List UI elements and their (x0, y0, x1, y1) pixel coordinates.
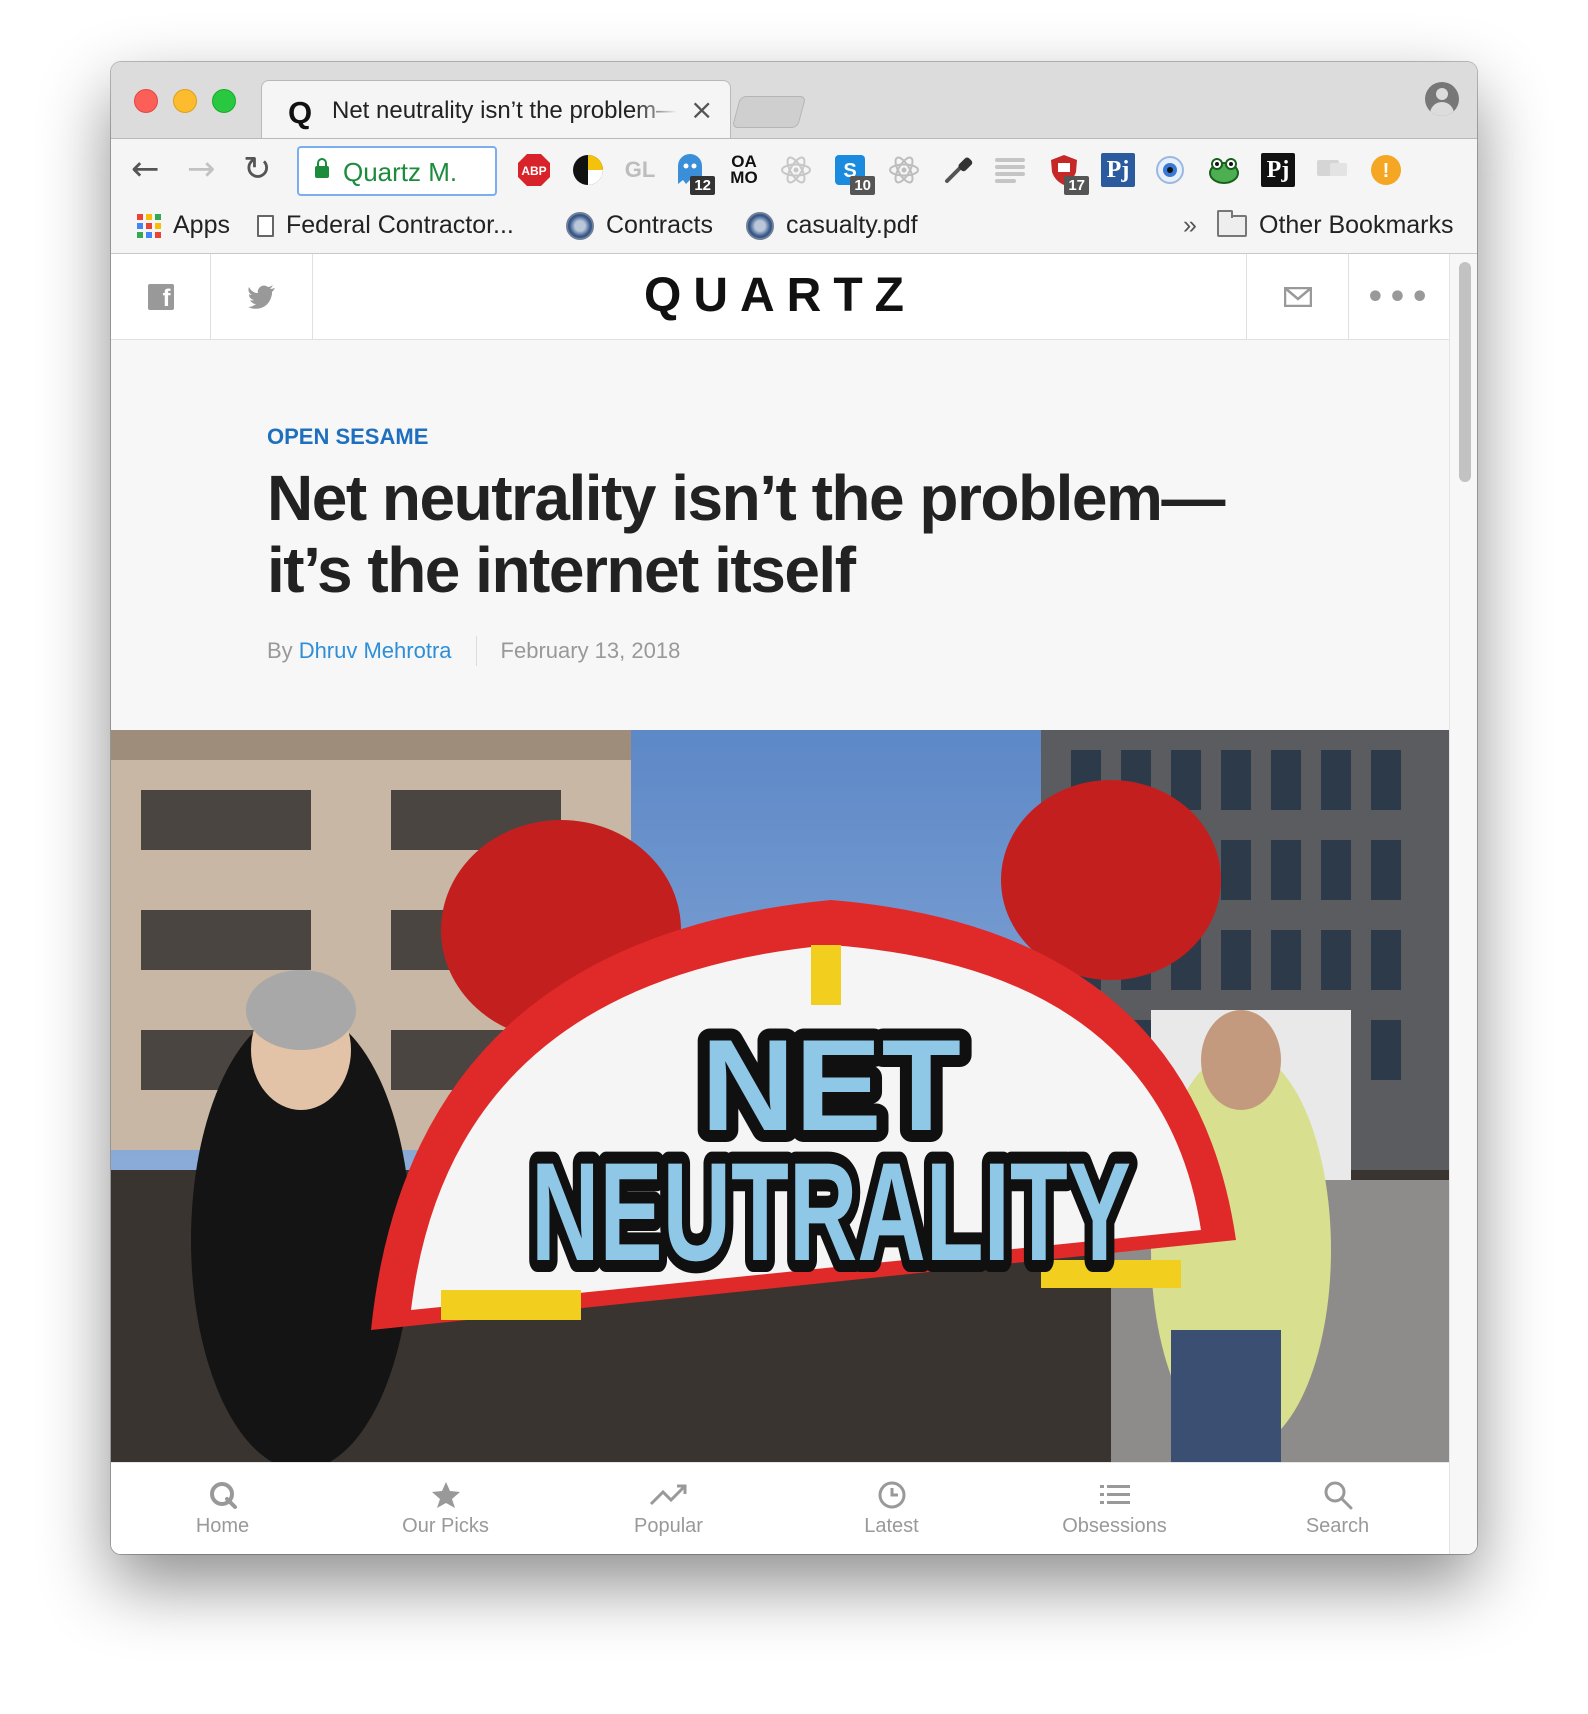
shield-extension-icon[interactable]: 17 (1047, 153, 1089, 195)
sign-text-neutrality: NEUTRALITY (531, 1133, 1131, 1290)
nav-popular[interactable]: Popular (557, 1463, 780, 1554)
warning-extension-icon[interactable]: ! (1369, 153, 1403, 187)
react-dev-disabled-icon[interactable] (779, 153, 813, 187)
bookmark-label: Federal Contractor... (286, 211, 514, 239)
bookmarks-overflow-button[interactable]: » (1183, 211, 1197, 240)
s-extension-badge: 10 (850, 176, 875, 195)
page-scrollbar[interactable] (1449, 254, 1477, 1554)
react-dev-icon[interactable] (887, 153, 921, 187)
page-viewport: f QUARTZ ••• OPEN SESAME Net neutrality … (111, 254, 1477, 1554)
close-window-button[interactable] (134, 89, 158, 113)
nav-home[interactable]: Home (111, 1463, 334, 1554)
article-kicker[interactable]: OPEN SESAME (267, 424, 1267, 450)
profile-icon[interactable] (1425, 82, 1459, 116)
tab-close-icon[interactable]: × (690, 93, 713, 126)
article-header: OPEN SESAME Net neutrality isn’t the pro… (267, 424, 1267, 666)
bookmarks-bar: Apps Federal Contractor... Contracts cas… (111, 202, 1477, 254)
quartz-favicon-icon: Q (288, 95, 313, 130)
scrollbar-thumb[interactable] (1459, 262, 1471, 482)
tab-title: Net neutrality isn’t the problem—it’s th… (332, 97, 677, 124)
pie-extension-icon[interactable] (571, 153, 605, 187)
abp-label: ABP (521, 164, 546, 178)
new-tab-button[interactable] (731, 96, 807, 128)
search-icon (1323, 1479, 1353, 1511)
pj-black-extension-icon[interactable]: Pj (1261, 153, 1295, 187)
nav-search[interactable]: Search (1226, 1463, 1449, 1554)
lock-icon (315, 158, 329, 178)
warning-label: ! (1383, 160, 1390, 182)
hero-image: NET NET NEUTRALITY NEUTRALITY (111, 730, 1449, 1462)
nav-label: Latest (864, 1515, 919, 1537)
seal-icon (566, 211, 594, 240)
bookmark-casualty-pdf[interactable]: casualty.pdf (746, 211, 918, 240)
document-icon (257, 214, 274, 237)
ghostery-badge: 12 (690, 176, 715, 195)
bookmark-contracts[interactable]: Contracts (566, 211, 713, 240)
shield-extension-badge: 17 (1064, 176, 1089, 195)
byline-divider (475, 636, 477, 666)
nav-label: Popular (634, 1515, 703, 1537)
address-text: Quartz M. (343, 157, 458, 187)
zoom-window-button[interactable] (212, 89, 236, 113)
pj-blue-extension-icon[interactable]: Pj (1101, 153, 1135, 187)
eye-extension-icon[interactable] (1153, 153, 1187, 187)
folder-icon (1217, 209, 1247, 237)
lines-extension-icon[interactable] (993, 153, 1027, 187)
seal-icon (746, 211, 774, 240)
nav-label: Our Picks (402, 1515, 489, 1537)
pj-blue-label: Pj (1106, 156, 1130, 183)
bookmark-federal-contractor[interactable]: Federal Contractor... (257, 211, 514, 240)
site-header: f QUARTZ ••• (111, 254, 1449, 340)
more-icon: ••• (1365, 279, 1433, 315)
pj-black-label: Pj (1266, 156, 1290, 183)
minimize-window-button[interactable] (173, 89, 197, 113)
browser-toolbar: ← → ↻ Quartz M. ABP GL 12 OA MO S 10 17 … (111, 138, 1477, 202)
email-share-button[interactable] (1246, 254, 1348, 340)
trending-icon (649, 1479, 689, 1511)
bookmark-label: Apps (173, 211, 230, 239)
article-date: February 13, 2018 (500, 638, 681, 663)
article-headline: Net neutrality isn’t the problem—it’s th… (267, 462, 1225, 606)
bottom-navigation: Home Our Picks Popular Latest Obsessions… (111, 1462, 1449, 1554)
tab-strip: Q Net neutrality isn’t the problem—it’s … (111, 62, 1477, 138)
article-byline: By Dhruv Mehrotra February 13, 2018 (267, 636, 1267, 666)
mail-icon (1283, 287, 1312, 307)
gl-extension-icon[interactable]: GL (623, 153, 657, 187)
apps-grid-icon (137, 213, 161, 238)
nav-label: Obsessions (1062, 1515, 1167, 1537)
other-bookmarks-label: Other Bookmarks (1259, 211, 1454, 239)
quartz-q-icon (208, 1479, 238, 1511)
eyedropper-extension-icon[interactable] (941, 153, 975, 187)
forward-button[interactable]: → (187, 149, 216, 189)
ghostery-extension-icon[interactable]: 12 (673, 153, 715, 195)
chat-extension-icon[interactable] (1315, 153, 1349, 187)
list-icon (1099, 1479, 1131, 1511)
mo-label: MO (730, 168, 758, 187)
browser-tab-active[interactable]: Q Net neutrality isn’t the problem—it’s … (261, 80, 731, 138)
adblock-extension-icon[interactable]: ABP (517, 153, 551, 187)
s-extension-icon[interactable]: S 10 (833, 153, 875, 195)
oamo-extension-icon[interactable]: OA MO (727, 153, 761, 187)
author-link[interactable]: Dhruv Mehrotra (299, 638, 452, 664)
nav-label: Search (1305, 1515, 1370, 1537)
nav-latest[interactable]: Latest (780, 1463, 1003, 1554)
bookmark-apps[interactable]: Apps (137, 211, 230, 240)
browser-window: Q Net neutrality isn’t the problem—it’s … (111, 62, 1477, 1554)
nav-label: Home (195, 1515, 250, 1537)
reload-button[interactable]: ↻ (243, 149, 272, 189)
nav-obsessions[interactable]: Obsessions (1003, 1463, 1226, 1554)
frog-extension-icon[interactable] (1207, 153, 1241, 187)
star-icon (431, 1479, 461, 1511)
more-options-button[interactable]: ••• (1348, 254, 1449, 340)
clock-icon (877, 1479, 907, 1511)
byline-prefix: By (267, 638, 293, 663)
bookmark-label: Contracts (606, 211, 713, 239)
back-button[interactable]: ← (131, 149, 160, 189)
other-bookmarks[interactable]: Other Bookmarks (1217, 209, 1454, 240)
nav-our-picks[interactable]: Our Picks (334, 1463, 557, 1554)
gl-label: GL (624, 157, 656, 182)
bookmark-label: casualty.pdf (786, 211, 918, 239)
address-bar[interactable]: Quartz M. (297, 146, 497, 196)
